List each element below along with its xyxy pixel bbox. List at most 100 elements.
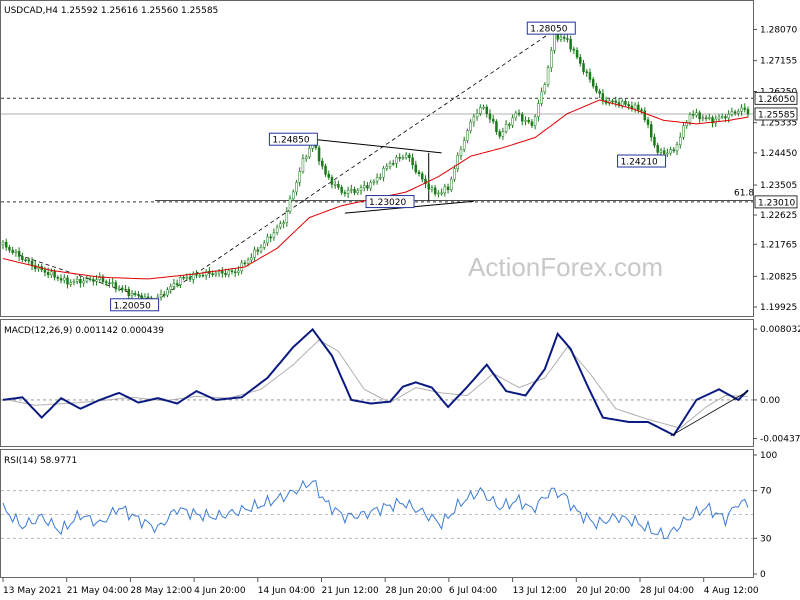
time-tick-label: 21 May 04:00 (67, 586, 129, 596)
candle-body (172, 283, 176, 287)
candle-body (279, 223, 282, 228)
candle-body (340, 187, 343, 193)
candle-body (740, 107, 743, 112)
candle-body (163, 293, 166, 296)
candle-body (398, 157, 401, 159)
candle-body (298, 171, 301, 183)
candle-body (301, 158, 305, 172)
price-marker-label: 1.24210 (621, 158, 658, 168)
time-tick-label: 28 Jul 04:00 (640, 586, 694, 596)
candle-body (421, 173, 424, 180)
candle-body (30, 260, 34, 266)
candle-body (369, 182, 372, 189)
candle-body (659, 150, 663, 153)
candle-body (59, 278, 63, 281)
candle-body (321, 160, 324, 167)
candle-body (285, 211, 289, 223)
price-tick-label: 1.20825 (760, 272, 797, 282)
candle-body (733, 111, 737, 114)
candle-body (246, 259, 250, 264)
candle-body (185, 276, 189, 279)
rsi-axis: 100 70 30 0 (753, 451, 777, 580)
candle-body (550, 50, 553, 68)
candle-body (117, 287, 121, 290)
candle-body (540, 91, 543, 104)
macd-tick-label: -0.004379 (760, 435, 800, 445)
candle-body (575, 49, 579, 58)
time-tick-label: 14 Jun 04:00 (258, 586, 315, 596)
candle-body (479, 107, 482, 114)
candle-body (175, 283, 179, 285)
candle-body (408, 154, 411, 159)
candle-body (188, 276, 192, 280)
candle-body (456, 155, 459, 169)
rsi-header: RSI(14) 58.9771 (4, 456, 77, 466)
candle-body (221, 270, 224, 274)
macd-panel (0, 319, 754, 447)
macd-tick-label: 0.00 (760, 396, 780, 406)
candle-body (217, 270, 221, 274)
price-marker-label: 1.20050 (114, 301, 151, 311)
candle-body (727, 114, 730, 119)
candle-body (379, 176, 382, 179)
candle-body (656, 145, 659, 153)
price-tick-label: 1.28070 (760, 25, 797, 35)
macd-axis: 0.008032 0.00 -0.004379 (753, 325, 800, 445)
candle-body (437, 192, 440, 195)
candle-body (295, 181, 298, 193)
candle-body (588, 72, 592, 80)
candle-body (572, 48, 576, 51)
candle-body (353, 189, 356, 193)
candle-body (427, 183, 430, 190)
candle-body (662, 150, 666, 154)
candle-body (414, 164, 418, 173)
candle-body (21, 256, 24, 260)
candle-body (649, 124, 653, 138)
candle-body (537, 103, 540, 118)
candle-body (146, 296, 150, 299)
candle-body (14, 251, 18, 253)
candle-body (466, 130, 469, 141)
candle-body (230, 270, 234, 273)
candle-body (243, 262, 247, 265)
candle-body (346, 190, 350, 194)
candle-body (69, 282, 72, 285)
candle-body (646, 119, 650, 125)
candle-body (446, 186, 450, 191)
candle-body (382, 168, 385, 178)
candle-body (675, 144, 679, 152)
time-tick-label: 28 May 12:00 (130, 586, 192, 596)
candle-body (46, 272, 50, 276)
candle-body (56, 277, 60, 279)
candle-body (737, 110, 740, 114)
candle-body (562, 36, 566, 39)
candle-body (553, 33, 556, 51)
candle-body (72, 281, 76, 283)
candle-body (698, 112, 701, 120)
price-tick-label: 1.21765 (760, 240, 797, 250)
candle-body (114, 282, 118, 290)
candle-body (95, 279, 98, 282)
time-tick-label: 4 Jun 20:00 (194, 586, 246, 596)
candle-body (543, 84, 547, 93)
candle-body (1, 241, 5, 246)
candle-body (75, 279, 79, 282)
price-marker-label: 1.23020 (369, 198, 406, 208)
candle-body (688, 114, 692, 123)
candle-body (88, 278, 92, 281)
rsi-tick-label: 30 (760, 534, 772, 544)
candle-body (401, 157, 405, 159)
candle-body (472, 116, 476, 123)
candle-body (566, 38, 569, 40)
price-tick-label: 1.24450 (760, 149, 797, 159)
candle-body (546, 67, 550, 85)
candle-body (498, 131, 501, 137)
candle-body (395, 157, 398, 164)
candle-body (624, 100, 627, 105)
candle-body (640, 109, 643, 112)
candle-body (327, 173, 330, 178)
candle-body (714, 118, 717, 124)
candle-body (388, 163, 392, 167)
candle-body (430, 187, 434, 190)
candle-body (591, 79, 595, 87)
